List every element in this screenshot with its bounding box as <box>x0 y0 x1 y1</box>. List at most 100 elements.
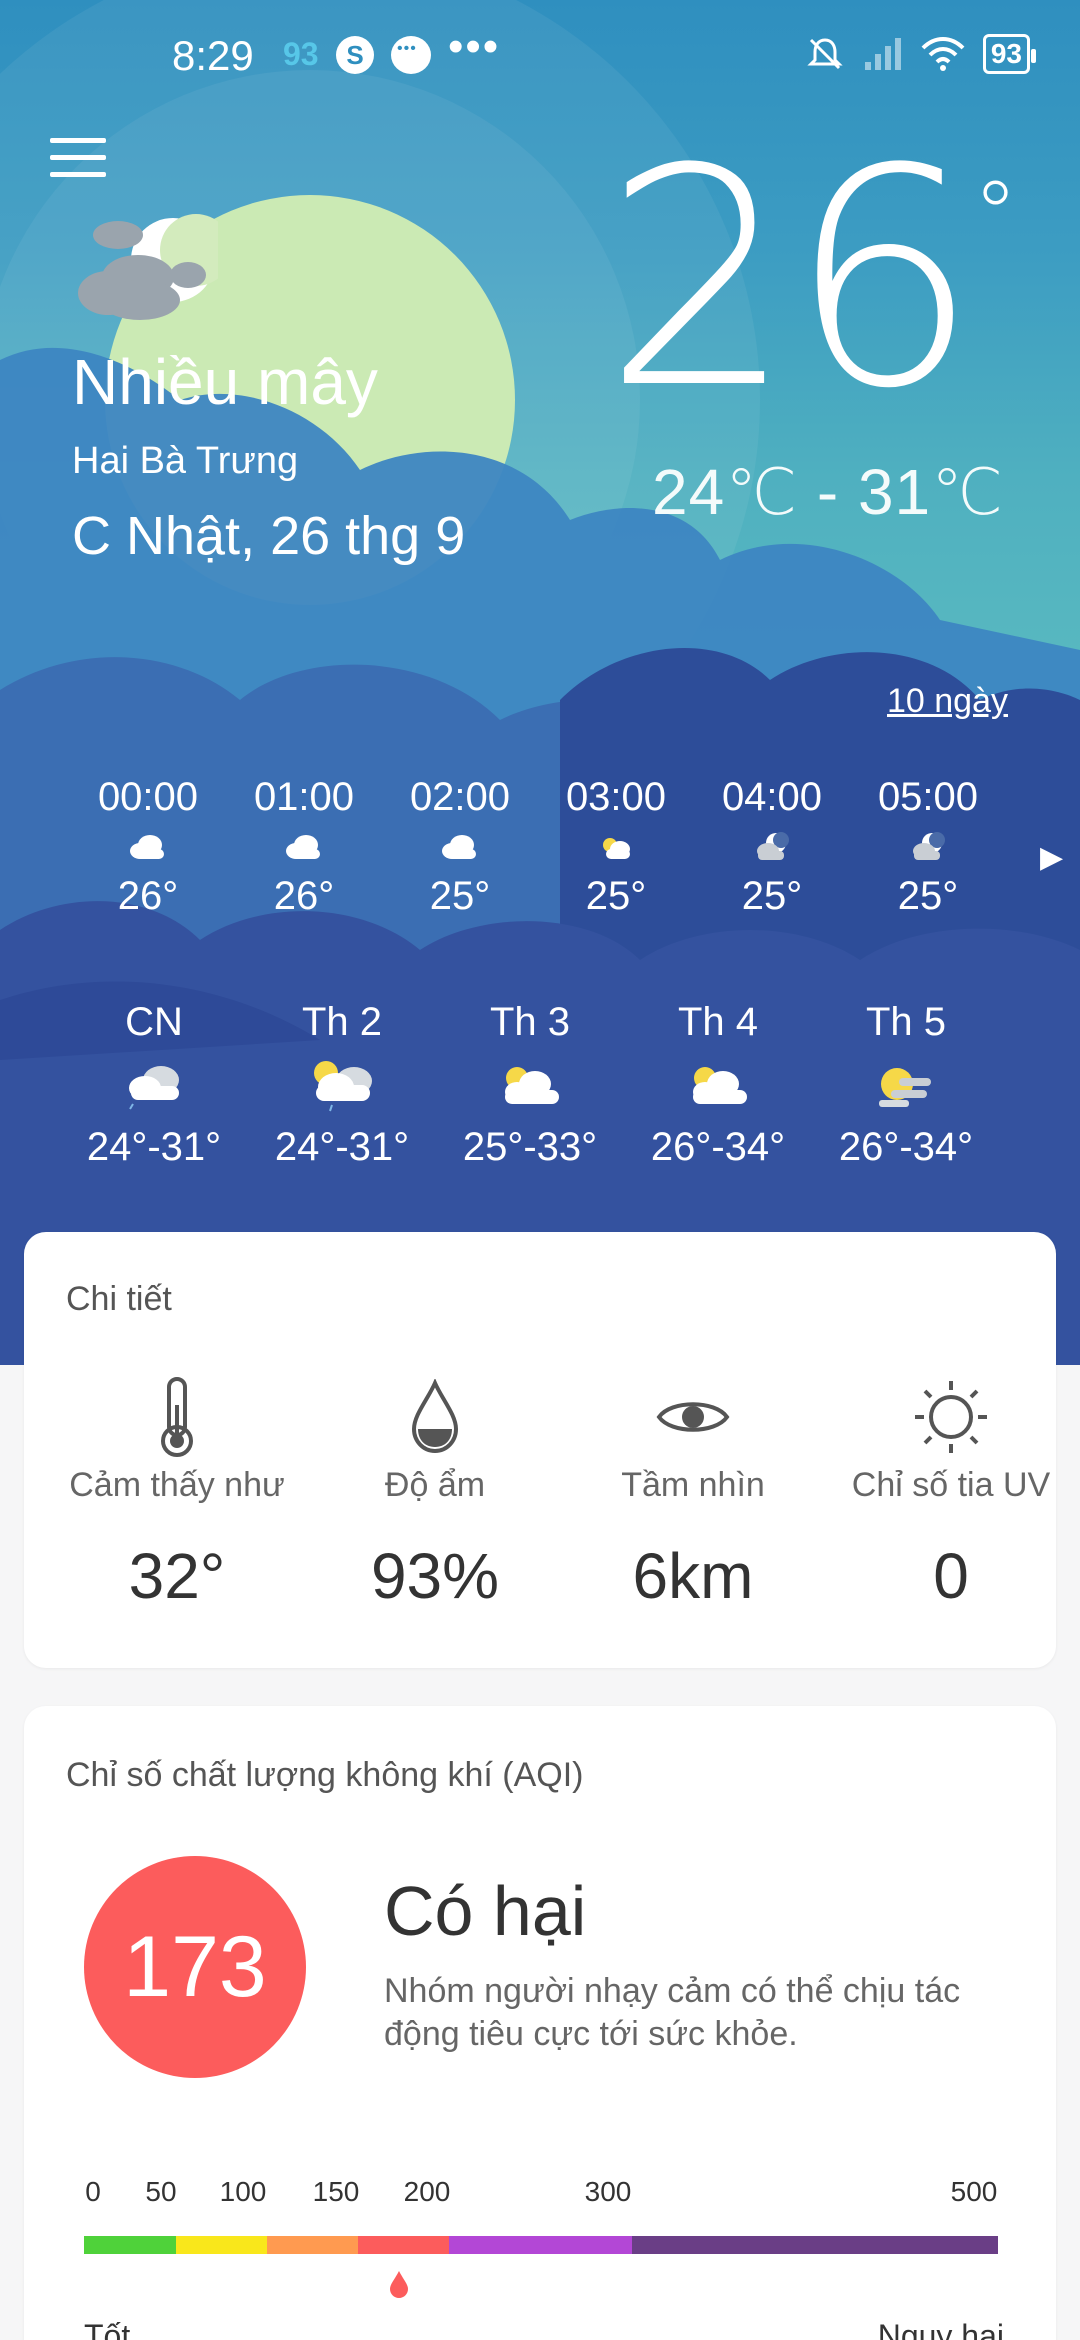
signal-icon <box>864 38 901 70</box>
day-range: 26°-34° <box>650 1125 786 1169</box>
cloud-icon <box>130 835 164 859</box>
aqi-tick: 50 <box>145 2176 177 2207</box>
eye-icon <box>656 1402 730 1432</box>
details-card: Chi tiết Cảm thấy như 32° Độ ẩm 93% Tầm … <box>24 1232 1056 1668</box>
droplet-icon <box>411 1379 459 1454</box>
detail-value: 6km <box>632 1540 754 1612</box>
aqi-segment-sensitive <box>267 2236 358 2254</box>
daily-item: Th 5 26°-34° <box>812 1000 1000 1170</box>
day-name: Th 3 <box>489 1000 571 1044</box>
aqi-tick: 0 <box>85 2176 101 2207</box>
hourly-item[interactable]: 02:00 25° <box>382 775 538 919</box>
hourly-item[interactable]: 01:00 26° <box>226 775 382 919</box>
temperature-range: 24℃ - 31℃ <box>652 456 1004 528</box>
hour-time: 05:00 <box>877 775 979 819</box>
aqi-segment-hazardous <box>632 2236 998 2254</box>
sun-icon <box>915 1381 987 1453</box>
cloud-moon-icon <box>913 832 945 860</box>
hour-temp: 25° <box>585 874 647 918</box>
sun-haze-icon <box>879 1068 931 1107</box>
cloud-icon <box>442 835 476 859</box>
current-date: C Nhật, 26 thg 9 <box>72 506 466 566</box>
detail-feels-like: Cảm thấy như 32° <box>48 1372 306 1613</box>
daily-item: Th 3 25°-33° <box>436 1000 624 1170</box>
detail-label: Độ ẩm <box>384 1466 486 1504</box>
weather-hero: 8:29 93 S ••• 93 <box>0 0 1080 1365</box>
sun-cloud-icon <box>505 1067 559 1104</box>
day-range: 24°-31° <box>86 1125 222 1169</box>
hour-temp: 26° <box>273 874 335 918</box>
status-time: 8:29 <box>172 32 254 79</box>
chevron-right-icon[interactable]: ▶ <box>1040 840 1063 875</box>
day-name: Th 5 <box>865 1000 947 1044</box>
cloud-icon <box>286 835 320 859</box>
hour-time: 02:00 <box>409 775 511 819</box>
thermometer-icon <box>161 1377 193 1457</box>
daily-item: CN 24°-31° <box>60 1000 248 1170</box>
aqi-scale-min-label: Tốt <box>84 2318 131 2340</box>
degree-symbol: ° <box>973 162 1018 267</box>
hour-temp: 25° <box>897 874 959 918</box>
aqi-scale-max-label: Nguy hại <box>877 2318 1004 2340</box>
detail-humidity: Độ ẩm 93% <box>306 1372 564 1613</box>
sun-cloud-icon <box>693 1067 747 1104</box>
skype-icon: S <box>336 36 374 74</box>
daily-item: Th 4 26°-34° <box>624 1000 812 1170</box>
notification-count: 93 <box>283 36 319 72</box>
day-name: Th 4 <box>677 1000 759 1044</box>
temperature-value: 26 <box>603 105 979 454</box>
hour-temp: 26° <box>117 874 179 918</box>
hourly-item[interactable]: 04:00 25° <box>694 775 850 919</box>
details-title: Chi tiết <box>66 1280 172 1318</box>
aqi-tick: 200 <box>403 2176 451 2207</box>
menu-button[interactable] <box>50 138 106 178</box>
status-right: 93 <box>805 34 1037 74</box>
detail-value: 0 <box>933 1540 969 1612</box>
partly-cloudy-night-icon <box>78 214 218 320</box>
aqi-card[interactable]: Chỉ số chất lượng không khí (AQI) 173 Có… <box>24 1706 1056 2340</box>
aqi-scale-bar <box>84 2236 998 2254</box>
hourly-item[interactable]: 00:00 26° <box>70 775 226 919</box>
aqi-tick: 500 <box>950 2176 998 2207</box>
battery-indicator: 93 <box>982 34 1037 74</box>
aqi-scale-ticks: 0 50 100 150 200 300 500 <box>24 2176 1056 2216</box>
daily-item: Th 2 24°-31° <box>248 1000 436 1170</box>
day-name: Th 2 <box>301 1000 383 1044</box>
aqi-title: Chỉ số chất lượng không khí (AQI) <box>66 1756 584 1794</box>
detail-label: Cảm thấy như <box>69 1466 285 1504</box>
day-range: 24°-31° <box>274 1125 410 1169</box>
cloud-rain-icon <box>129 1066 179 1110</box>
aqi-segment-moderate <box>176 2236 267 2254</box>
current-location: Hai Bà Trưng <box>72 440 299 482</box>
aqi-tick: 100 <box>219 2176 267 2207</box>
aqi-description: Nhóm người nhạy cảm có thể chịu tác động… <box>384 1972 961 2053</box>
detail-label: Tầm nhìn <box>621 1466 765 1504</box>
cloud-sun-icon <box>603 838 630 859</box>
wifi-icon <box>921 37 965 71</box>
hourly-forecast[interactable]: 00:00 26° 01:00 26° 02:00 25° 03:00 25° … <box>70 775 1030 945</box>
hour-temp: 25° <box>741 874 803 918</box>
day-range: 26°-34° <box>838 1125 974 1169</box>
detail-value: 93% <box>370 1540 500 1612</box>
aqi-value-badge: 173 <box>84 1856 306 2078</box>
current-condition: Nhiều mây <box>72 346 378 418</box>
aqi-tick: 300 <box>584 2176 632 2207</box>
sun-cloud-rain-icon <box>314 1061 372 1112</box>
cloud-moon-icon <box>757 832 789 860</box>
hourly-item[interactable]: 03:00 25° <box>538 775 694 919</box>
day-name: CN <box>125 1000 183 1044</box>
hour-time: 01:00 <box>253 775 355 819</box>
ten-day-forecast-link[interactable]: 10 ngày <box>887 682 1008 721</box>
hour-time: 04:00 <box>721 775 823 819</box>
aqi-level: Có hại <box>384 1872 587 1950</box>
hour-time: 03:00 <box>565 775 667 819</box>
detail-visibility: Tầm nhìn 6km <box>564 1372 822 1613</box>
day-range: 25°-33° <box>462 1125 598 1169</box>
aqi-tick: 150 <box>312 2176 360 2207</box>
status-bar: 8:29 93 S ••• 93 <box>0 22 1080 92</box>
bell-muted-icon <box>807 38 843 70</box>
hourly-item[interactable]: 05:00 25° <box>850 775 1006 919</box>
aqi-segment-unhealthy <box>358 2236 449 2254</box>
daily-forecast: CN 24°-31° Th 2 24°-31° Th 3 25°-33° Th … <box>60 1000 1020 1210</box>
chat-bubble-icon <box>391 36 431 74</box>
